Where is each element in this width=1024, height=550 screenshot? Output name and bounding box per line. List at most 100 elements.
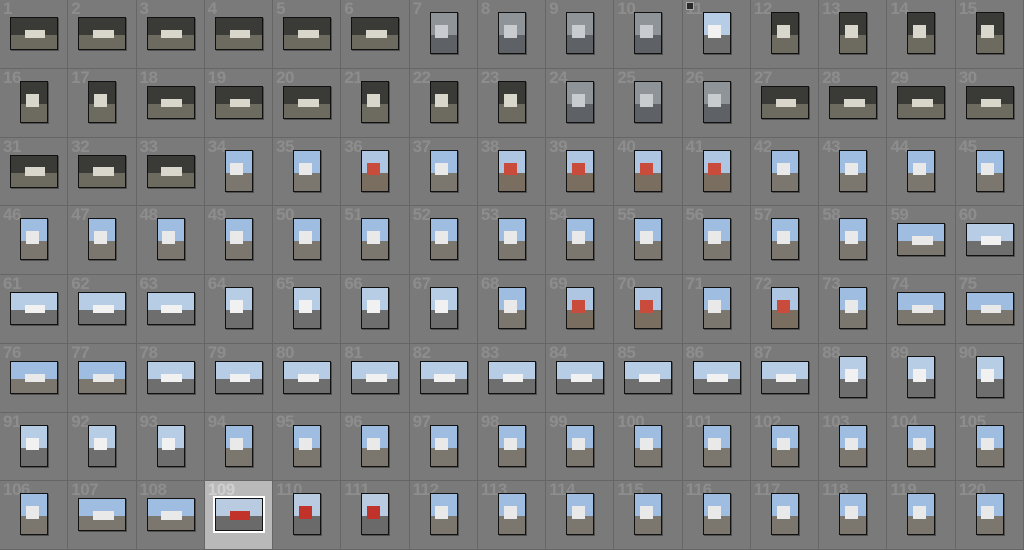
- photo-thumbnail[interactable]: [293, 149, 322, 192]
- photo-thumbnail[interactable]: [497, 12, 526, 54]
- grid-cell[interactable]: 28: [819, 68, 888, 138]
- photo-thumbnail[interactable]: [20, 424, 48, 467]
- photo-thumbnail[interactable]: [634, 149, 663, 192]
- grid-cell[interactable]: 109: [204, 481, 274, 550]
- grid-cell[interactable]: 72: [750, 275, 820, 344]
- photo-thumbnail[interactable]: [156, 218, 185, 261]
- grid-cell[interactable]: 27: [750, 68, 820, 138]
- photo-thumbnail[interactable]: [487, 360, 536, 394]
- photo-thumbnail[interactable]: [566, 149, 595, 192]
- grid-cell[interactable]: 65: [273, 275, 342, 344]
- photo-thumbnail[interactable]: [88, 80, 117, 123]
- grid-cell[interactable]: 74: [887, 275, 956, 344]
- grid-cell[interactable]: 60: [955, 206, 1024, 275]
- grid-cell[interactable]: 51: [341, 206, 410, 275]
- grid-cell[interactable]: 84: [546, 343, 615, 413]
- grid-cell[interactable]: 9: [546, 0, 615, 69]
- grid-cell[interactable]: 30: [955, 68, 1024, 138]
- photo-thumbnail[interactable]: [429, 218, 458, 261]
- photo-thumbnail[interactable]: [10, 360, 58, 394]
- grid-cell[interactable]: 24: [546, 68, 615, 138]
- photo-thumbnail[interactable]: [497, 149, 526, 192]
- grid-cell[interactable]: 100: [614, 412, 683, 482]
- photo-thumbnail[interactable]: [897, 223, 946, 257]
- grid-cell[interactable]: 67: [409, 275, 478, 344]
- flag-badge-icon[interactable]: [685, 2, 694, 10]
- grid-cell[interactable]: 59: [887, 206, 956, 275]
- photo-thumbnail[interactable]: [897, 292, 946, 325]
- grid-cell[interactable]: 32: [68, 137, 137, 207]
- photo-thumbnail[interactable]: [429, 80, 458, 123]
- photo-thumbnail[interactable]: [907, 355, 936, 398]
- photo-thumbnail[interactable]: [770, 218, 799, 261]
- grid-cell[interactable]: 34: [204, 137, 274, 207]
- photo-thumbnail[interactable]: [907, 149, 936, 192]
- grid-cell[interactable]: 70: [614, 275, 683, 344]
- photo-thumbnail[interactable]: [20, 493, 48, 536]
- grid-cell[interactable]: 31: [0, 137, 69, 207]
- photo-thumbnail[interactable]: [634, 493, 663, 536]
- photo-thumbnail[interactable]: [361, 424, 390, 467]
- photo-thumbnail[interactable]: [146, 154, 195, 188]
- grid-cell[interactable]: 111: [341, 481, 410, 550]
- grid-cell[interactable]: 63: [136, 275, 205, 344]
- grid-cell[interactable]: 82: [409, 343, 478, 413]
- photo-thumbnail[interactable]: [429, 12, 458, 54]
- photo-thumbnail[interactable]: [146, 498, 195, 532]
- photo-thumbnail[interactable]: [566, 218, 595, 261]
- grid-cell[interactable]: 7: [409, 0, 478, 69]
- photo-thumbnail[interactable]: [351, 17, 400, 50]
- photo-thumbnail[interactable]: [770, 287, 799, 329]
- photo-thumbnail[interactable]: [283, 17, 332, 50]
- photo-thumbnail[interactable]: [78, 17, 127, 50]
- photo-thumbnail[interactable]: [634, 424, 663, 467]
- grid-cell[interactable]: 118: [819, 481, 888, 550]
- grid-cell[interactable]: 90: [955, 343, 1024, 413]
- photo-thumbnail[interactable]: [146, 292, 195, 325]
- grid-cell[interactable]: 53: [477, 206, 547, 275]
- photo-thumbnail[interactable]: [566, 12, 595, 54]
- grid-cell[interactable]: 94: [204, 412, 274, 482]
- photo-thumbnail[interactable]: [146, 85, 195, 119]
- grid-cell[interactable]: 10: [614, 0, 683, 69]
- grid-cell[interactable]: 69: [546, 275, 615, 344]
- photo-thumbnail[interactable]: [20, 80, 48, 123]
- photo-thumbnail[interactable]: [224, 287, 253, 329]
- grid-cell[interactable]: 96: [341, 412, 410, 482]
- grid-cell[interactable]: 12: [750, 0, 820, 69]
- grid-cell[interactable]: 101: [682, 412, 751, 482]
- photo-thumbnail[interactable]: [429, 493, 458, 536]
- grid-cell[interactable]: 13: [819, 0, 888, 69]
- photo-thumbnail[interactable]: [760, 360, 809, 394]
- photo-thumbnail[interactable]: [566, 493, 595, 536]
- photo-thumbnail[interactable]: [429, 149, 458, 192]
- grid-cell[interactable]: 73: [819, 275, 888, 344]
- photo-thumbnail[interactable]: [975, 493, 1004, 536]
- grid-cell[interactable]: 61: [0, 275, 69, 344]
- photo-thumbnail[interactable]: [224, 149, 253, 192]
- grid-cell[interactable]: 20: [273, 68, 342, 138]
- photo-thumbnail[interactable]: [293, 424, 322, 467]
- photo-thumbnail[interactable]: [146, 17, 195, 50]
- photo-thumbnail[interactable]: [361, 493, 390, 536]
- grid-cell[interactable]: 19: [204, 68, 274, 138]
- photo-thumbnail[interactable]: [224, 218, 253, 261]
- photo-thumbnail[interactable]: [88, 218, 117, 261]
- photo-thumbnail[interactable]: [760, 85, 809, 119]
- grid-cell[interactable]: 23: [477, 68, 547, 138]
- grid-cell[interactable]: 38: [477, 137, 547, 207]
- grid-cell[interactable]: 80: [273, 343, 342, 413]
- grid-cell[interactable]: 108: [136, 481, 205, 550]
- photo-thumbnail[interactable]: [975, 12, 1004, 54]
- grid-cell[interactable]: 41: [682, 137, 751, 207]
- grid-cell[interactable]: 89: [887, 343, 956, 413]
- photo-thumbnail[interactable]: [10, 292, 58, 325]
- photo-thumbnail[interactable]: [907, 493, 936, 536]
- grid-cell[interactable]: 48: [136, 206, 205, 275]
- photo-thumbnail[interactable]: [702, 493, 731, 536]
- grid-cell[interactable]: 66: [341, 275, 410, 344]
- photo-thumbnail[interactable]: [965, 223, 1014, 257]
- photo-thumbnail[interactable]: [20, 218, 48, 261]
- photo-thumbnail[interactable]: [566, 424, 595, 467]
- grid-cell[interactable]: 29: [887, 68, 956, 138]
